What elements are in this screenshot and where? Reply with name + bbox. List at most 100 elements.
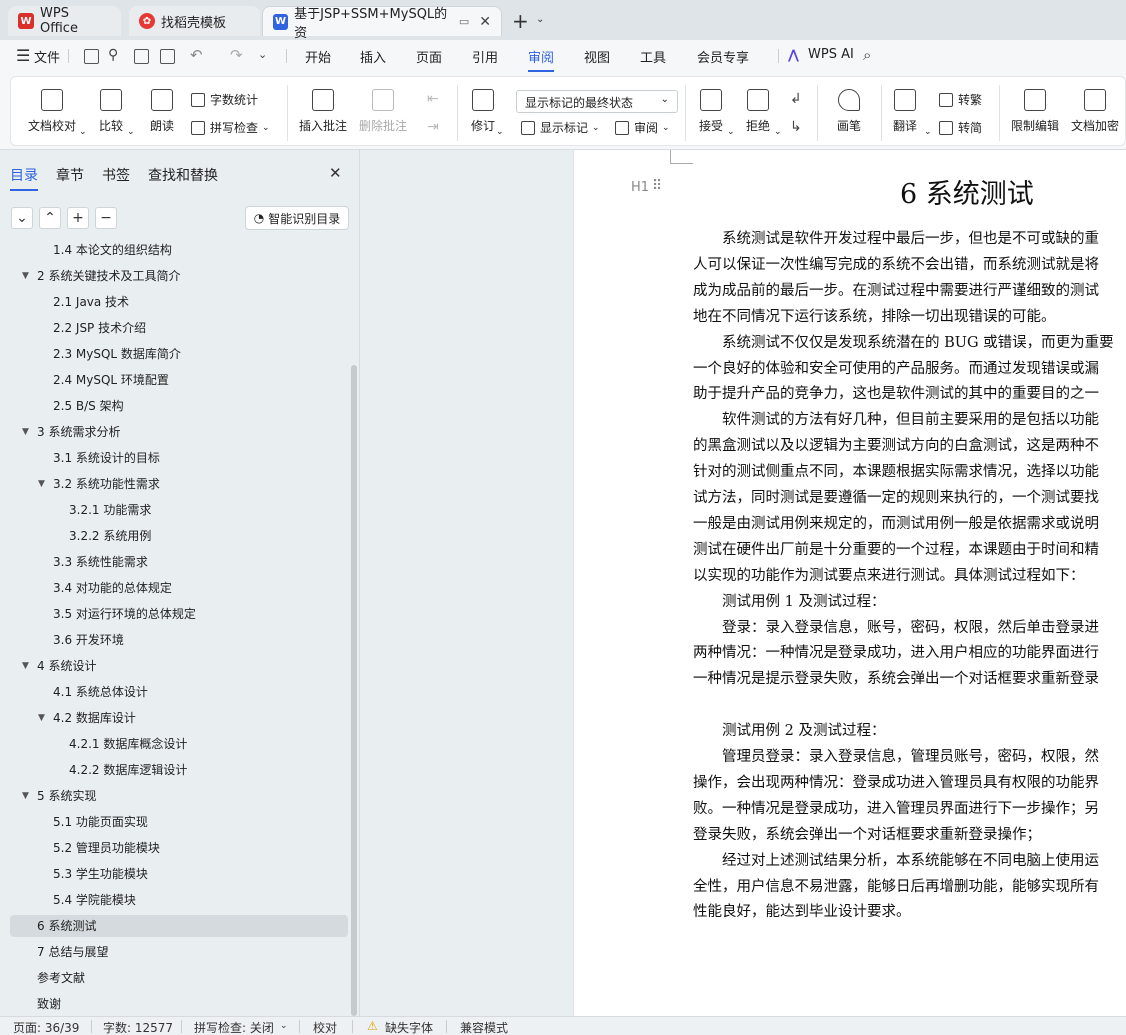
- text-line[interactable]: 败。一种情况是登录成功，进入管理员界面进行下一步操作；另: [693, 796, 1099, 822]
- chevron-down-icon[interactable]: ⌄: [774, 127, 782, 137]
- text-line[interactable]: 两种情况：一种情况是登录成功，进入用户相应的功能界面进行: [693, 640, 1099, 666]
- toc-item[interactable]: ▼ 3.2 系统功能性需求: [0, 473, 350, 495]
- redo-icon[interactable]: ↷: [230, 46, 243, 64]
- heading-level-marker[interactable]: H1: [631, 180, 649, 195]
- menu-references[interactable]: 引用: [472, 47, 498, 66]
- encrypt-button[interactable]: 文档加密: [1071, 89, 1119, 134]
- tab-wps-office[interactable]: W WPS Office: [8, 6, 121, 36]
- new-tab-icon[interactable]: +: [512, 9, 529, 33]
- text-line[interactable]: 测试用例 2 及测试过程：: [693, 718, 885, 744]
- toc-item[interactable]: 3.2.2 系统用例: [0, 525, 350, 547]
- text-line[interactable]: 操作，会出现两种情况：登录成功进入管理员具有权限的功能界: [693, 770, 1099, 796]
- restrict-edit-button[interactable]: 限制编辑: [1011, 89, 1059, 134]
- chevron-down-icon[interactable]: ⌄: [79, 127, 87, 137]
- toc-item[interactable]: 3.6 开发环境: [0, 629, 350, 651]
- revise-button[interactable]: 修订: [471, 89, 495, 134]
- read-aloud-button[interactable]: 朗读: [150, 89, 174, 134]
- text-line[interactable]: 一种情况是提示登录失败，系统会弹出一个对话框要求重新登录: [693, 666, 1099, 692]
- toc-item[interactable]: 5.1 功能页面实现: [0, 811, 350, 833]
- tab-template[interactable]: ✿ 找稻壳模板: [129, 6, 260, 36]
- text-line[interactable]: 测试在硬件出厂前是十分重要的一个过程，本课题由于时间和精: [693, 537, 1099, 563]
- expand-arrow-icon[interactable]: ▼: [22, 655, 29, 677]
- toc-item[interactable]: 2.3 MySQL 数据库简介: [0, 343, 350, 365]
- expand-arrow-icon[interactable]: ▼: [22, 421, 29, 443]
- text-line[interactable]: 一般是由测试用例来规定的，而测试用例一般是依据需求或说明: [693, 511, 1099, 537]
- panel-tab-chapters[interactable]: 章节: [56, 165, 84, 185]
- toc-item[interactable]: 2.2 JSP 技术介绍: [0, 317, 350, 339]
- review-pane-button[interactable]: 审阅 ⌄: [615, 119, 670, 136]
- next-comment-icon[interactable]: ⇥: [427, 119, 439, 135]
- toc-item[interactable]: 2.5 B/S 架构: [0, 395, 350, 417]
- collapse-all-button[interactable]: ⌄: [11, 207, 33, 229]
- pen-button[interactable]: 画笔: [837, 89, 861, 134]
- doc-check-button[interactable]: 文档校对: [28, 89, 76, 134]
- chevron-down-icon[interactable]: ⌄: [924, 127, 932, 137]
- add-heading-button[interactable]: +: [67, 207, 89, 229]
- toc-item[interactable]: 5.4 学院能模块: [0, 889, 350, 911]
- toc-item[interactable]: ▼ 5 系统实现: [0, 785, 350, 807]
- word-count-button[interactable]: 字数统计: [191, 91, 258, 108]
- screen-icon[interactable]: ▭: [459, 15, 469, 28]
- reject-button[interactable]: 拒绝: [746, 89, 770, 134]
- remove-heading-button[interactable]: −: [95, 207, 117, 229]
- accept-button[interactable]: 接受: [699, 89, 723, 134]
- text-line[interactable]: 软件测试的方法有好几种，但目前主要采用的是包括以功能: [693, 407, 1099, 433]
- text-line[interactable]: 全性，用户信息不易泄露，能够日后再增删功能，能够实现所有: [693, 874, 1099, 900]
- tab-document[interactable]: W 基于JSP+SSM+MySQL的资 ▭ ✕: [262, 6, 502, 41]
- menu-member[interactable]: 会员专享: [697, 47, 749, 66]
- prev-comment-icon[interactable]: ⇤: [427, 91, 439, 107]
- toc-item[interactable]: 7 总结与展望: [0, 941, 350, 963]
- text-line[interactable]: 管理员登录：录入登录信息，管理员账号，密码，权限，然: [693, 744, 1099, 770]
- menu-start[interactable]: 开始: [305, 47, 331, 66]
- chevron-down-icon[interactable]: ⌄: [727, 127, 735, 137]
- toc-item[interactable]: 2.4 MySQL 环境配置: [0, 369, 350, 391]
- text-line[interactable]: 登录：录入登录信息，账号，密码，权限，然后单击登录进: [693, 615, 1099, 641]
- toc-item[interactable]: 致谢: [0, 993, 350, 1015]
- prev-change-icon[interactable]: ↲: [790, 91, 802, 107]
- insert-comment-button[interactable]: 插入批注: [299, 89, 347, 134]
- text-line[interactable]: 性能良好，能达到毕业设计要求。: [693, 899, 911, 925]
- markup-state-select[interactable]: 显示标记的最终状态 ⌄: [516, 90, 678, 113]
- delete-comment-button[interactable]: 删除批注: [359, 89, 407, 134]
- toc-item[interactable]: 1.4 本论文的组织结构: [0, 240, 350, 261]
- expand-arrow-icon[interactable]: ▼: [22, 265, 29, 287]
- text-line[interactable]: 成为成品前的最后一步。在测试过程中需要进行严谨细致的测试: [693, 278, 1099, 304]
- text-line[interactable]: 助于提升产品的竞争力，这也是软件测试的其中的重要目的之一: [693, 381, 1099, 407]
- to-traditional-button[interactable]: 转繁: [939, 91, 982, 108]
- menu-file[interactable]: 文件: [34, 47, 60, 66]
- text-line[interactable]: 人可以保证一次性编写完成的系统不会出错，而系统测试就是将: [693, 252, 1099, 278]
- text-line[interactable]: 试方法，同时测试是要遵循一定的规则来执行的，一个测试要找: [693, 485, 1099, 511]
- toc-item[interactable]: 3.5 对运行环境的总体规定: [0, 603, 350, 625]
- text-line[interactable]: 地在不同情况下运行该系统，排除一切出现错误的可能。: [693, 304, 1056, 330]
- print-icon[interactable]: [134, 49, 149, 64]
- text-line[interactable]: 针对的测试侧重点不同，本课题根据实际需求情况，选择以功能: [693, 459, 1099, 485]
- translate-button[interactable]: 翻译: [893, 89, 917, 134]
- spell-check-button[interactable]: 拼写检查 ⌄: [191, 119, 270, 136]
- word-count-indicator[interactable]: 字数: 12577: [103, 1019, 173, 1035]
- print-preview-icon[interactable]: [160, 49, 175, 64]
- spell-check-indicator[interactable]: 拼写检查: 关闭: [194, 1019, 274, 1035]
- text-line[interactable]: 的黑盒测试以及以逻辑为主要测试方向的白盒测试，这是两种不: [693, 433, 1099, 459]
- panel-tab-toc[interactable]: 目录: [10, 165, 38, 191]
- page-indicator[interactable]: 页面: 36/39: [13, 1019, 79, 1035]
- toc-item[interactable]: ▼ 4 系统设计: [0, 655, 350, 677]
- toc-item[interactable]: 3.3 系统性能需求: [0, 551, 350, 573]
- toc-item[interactable]: 6 系统测试: [10, 915, 348, 937]
- save-icon[interactable]: [84, 49, 99, 64]
- toc-item[interactable]: 参考文献: [0, 967, 350, 989]
- compare-button[interactable]: 比较: [99, 89, 123, 134]
- panel-tab-find-replace[interactable]: 查找和替换: [148, 165, 218, 185]
- share-icon[interactable]: ⚲: [108, 47, 118, 63]
- menu-insert[interactable]: 插入: [360, 47, 386, 66]
- document-page[interactable]: H1 ⠿ 6 系统测试 系统测试是软件开发过程中最后一步，但也是不可或缺的重 人可…: [573, 150, 1126, 1016]
- toc-item[interactable]: 4.1 系统总体设计: [0, 681, 350, 703]
- menu-page[interactable]: 页面: [416, 47, 442, 66]
- chevron-down-icon[interactable]: ⌄: [127, 127, 135, 137]
- toc-item[interactable]: 2.1 Java 技术: [0, 291, 350, 313]
- menu-review[interactable]: 审阅: [528, 47, 555, 72]
- toc-item[interactable]: ▼ 2 系统关键技术及工具简介: [0, 265, 350, 287]
- text-line[interactable]: 系统测试是软件开发过程中最后一步，但也是不可或缺的重: [693, 226, 1099, 252]
- text-line[interactable]: 测试用例 1 及测试过程：: [693, 589, 885, 615]
- compat-mode-indicator[interactable]: 兼容模式: [460, 1019, 508, 1035]
- search-icon[interactable]: ⌕: [863, 46, 871, 64]
